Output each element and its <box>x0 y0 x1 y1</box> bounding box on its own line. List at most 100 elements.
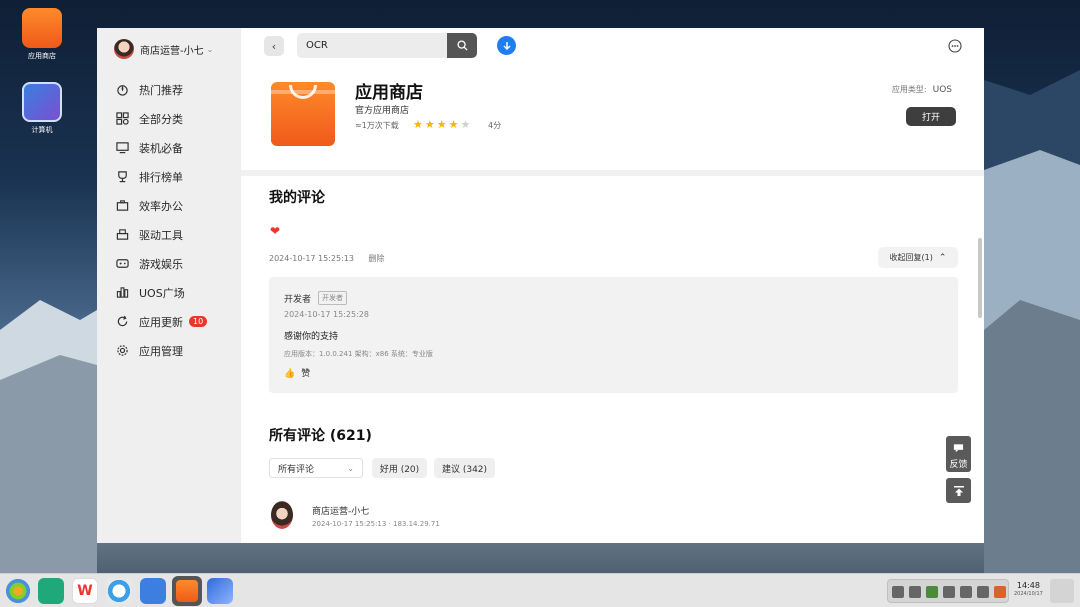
thumbs-up-icon: 👍 <box>284 369 296 379</box>
download-manager-button[interactable] <box>497 36 516 55</box>
filter-chip-suggestion[interactable]: 建议 (342) <box>434 458 495 478</box>
computer-icon <box>22 82 62 122</box>
reviewer-name: 商店运营-小七 <box>312 507 370 517</box>
review-filter-select[interactable]: 所有评论 ⌄ <box>269 458 363 478</box>
filter-chip-good[interactable]: 好用 (20) <box>372 458 427 478</box>
sidebar-item-label: 应用管理 <box>139 344 183 358</box>
trophy-icon <box>115 170 129 184</box>
developer-reply: 开发者 开发者 2024-10-17 15:25:28 感谢你的支持 应用版本：… <box>269 277 958 393</box>
sidebar-item-office[interactable]: 效率办公 <box>97 191 241 220</box>
sidebar-item-label: 驱动工具 <box>139 228 183 242</box>
sidebar-item-label: 热门推荐 <box>139 83 183 97</box>
user-avatar <box>114 39 134 59</box>
tray-icon[interactable] <box>943 586 955 598</box>
sidebar-item-essentials[interactable]: 装机必备 <box>97 133 241 162</box>
sidebar-item-drivers[interactable]: 驱动工具 <box>97 220 241 249</box>
like-label: 赞 <box>301 369 311 379</box>
review-filter-value: 所有评论 <box>278 464 315 475</box>
developer-tag: 开发者 <box>318 291 347 305</box>
sidebar-item-games[interactable]: 游戏娱乐 <box>97 249 241 278</box>
sidebar-item-label: 装机必备 <box>139 141 183 155</box>
sidebar-item-label: 排行榜单 <box>139 170 183 184</box>
files-icon[interactable] <box>38 578 64 604</box>
back-button[interactable]: ‹ <box>264 36 284 56</box>
desktop-icon-label: 应用商店 <box>28 52 56 60</box>
tray-icon[interactable] <box>977 586 989 598</box>
store-mini-icon[interactable] <box>140 578 166 604</box>
volume-icon[interactable] <box>960 586 972 598</box>
search-icon <box>456 40 468 51</box>
notification-icon[interactable] <box>994 586 1006 598</box>
search-input[interactable] <box>297 33 447 58</box>
show-desktop-button[interactable] <box>1050 579 1074 603</box>
all-reviews-title: 所有评论 (621) <box>269 428 372 444</box>
search-button[interactable] <box>447 33 477 58</box>
chevron-down-icon: ⌄ <box>347 463 354 473</box>
back-icon: ‹ <box>271 39 277 53</box>
sidebar-item-label: 应用更新 <box>139 315 183 329</box>
star-empty-icon: ★ <box>460 118 473 131</box>
desktop-icon-computer[interactable]: 计算机 <box>12 82 72 135</box>
briefcase-icon <box>115 199 129 213</box>
my-review-meta: 2024-10-17 15:25:13 删除 <box>269 253 385 264</box>
browser-icon[interactable] <box>106 578 132 604</box>
sidebar-item-hot[interactable]: 热门推荐 <box>97 75 241 104</box>
battery-icon[interactable] <box>926 586 938 598</box>
more-icon <box>948 39 962 53</box>
heart-icon: ❤ <box>270 224 281 238</box>
open-button[interactable]: 打开 <box>906 107 956 126</box>
rating-score: 4分 <box>488 121 502 130</box>
back-to-top-button[interactable] <box>946 478 971 503</box>
sidebar-item-categories[interactable]: 全部分类 <box>97 104 241 133</box>
wifi-icon[interactable] <box>909 586 921 598</box>
delete-review-link[interactable]: 删除 <box>369 254 385 263</box>
desktop-icon-app-store[interactable]: 应用商店 <box>12 8 72 61</box>
sidebar-item-uos-square[interactable]: UOS广场 <box>97 278 241 307</box>
clock[interactable]: 14:48 2024/10/17 <box>1014 581 1043 599</box>
app-type: 应用类型: UOS <box>892 84 952 95</box>
sidebar-item-label: 全部分类 <box>139 112 183 126</box>
more-button[interactable] <box>947 38 963 54</box>
tray-icon[interactable] <box>892 586 904 598</box>
monitor-icon <box>115 141 129 155</box>
app-store-icon[interactable] <box>172 576 202 606</box>
taskbar: W 14:48 2024/10/17 <box>0 573 1080 607</box>
clock-time: 14:48 <box>1016 581 1040 590</box>
feedback-button[interactable]: 反馈 <box>946 436 971 472</box>
user-name: 商店运营-小七 <box>140 45 204 57</box>
chart-icon <box>115 286 129 300</box>
download-count: ≈1万次下载 <box>355 121 399 130</box>
sidebar-item-updates[interactable]: 应用更新 10 <box>97 307 241 336</box>
app-type-value: UOS <box>932 85 952 95</box>
app-store-icon <box>22 8 62 48</box>
my-review-title: 我的评论 <box>269 190 325 206</box>
feedback-label: 反馈 <box>949 460 968 470</box>
launcher-icon[interactable] <box>5 578 31 604</box>
sidebar: 商店运营-小七 ⌄ 热门推荐 全部分类 装机必备 排行榜单 效率办公 驱动工具 … <box>97 28 241 543</box>
wps-icon[interactable]: W <box>72 578 98 604</box>
system-tray <box>887 579 1009 603</box>
sidebar-item-ranking[interactable]: 排行榜单 <box>97 162 241 191</box>
refresh-icon <box>115 315 129 329</box>
titlebar: ‹ <box>241 28 984 64</box>
user-menu[interactable]: 商店运营-小七 ⌄ <box>114 39 213 59</box>
chevron-down-icon: ⌄ <box>206 44 214 54</box>
reviewer-avatar <box>271 501 293 529</box>
rating-stars: ★★★★★ <box>413 118 472 131</box>
collapse-replies-label: 收起回复(1) <box>889 253 933 262</box>
arrow-up-icon <box>953 485 964 496</box>
my-review-time: 2024-10-17 15:25:13 <box>269 254 354 263</box>
screenshot-icon[interactable] <box>207 578 233 604</box>
app-store-icon <box>271 82 335 146</box>
scrollbar[interactable] <box>978 238 982 318</box>
message-icon <box>953 438 964 457</box>
collapse-replies-button[interactable]: 收起回复(1) ⌃ <box>878 247 958 268</box>
sidebar-item-manage[interactable]: 应用管理 <box>97 336 241 365</box>
reply-time: 2024-10-17 15:25:28 <box>284 310 369 319</box>
update-count-badge: 10 <box>189 316 208 327</box>
app-header: 应用商店 官方应用商店 ≈1万次下载 ★★★★★ 4分 应用类型: UOS 打开 <box>241 64 984 176</box>
like-button[interactable]: 👍 赞 <box>284 366 310 379</box>
sidebar-item-label: 游戏娱乐 <box>139 257 183 271</box>
reply-text: 感谢你的支持 <box>284 332 339 342</box>
sidebar-item-label: UOS广场 <box>139 286 185 300</box>
